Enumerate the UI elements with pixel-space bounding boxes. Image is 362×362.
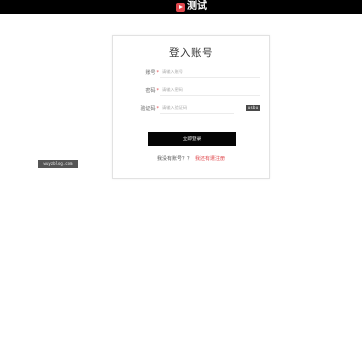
captcha-input[interactable] — [160, 102, 234, 114]
captcha-row: 验证码* usbu — [113, 102, 269, 116]
top-bar: 测试 — [0, 0, 362, 14]
account-input[interactable] — [160, 66, 260, 78]
password-label: 密码* — [145, 88, 159, 94]
login-title: 登入账号 — [169, 47, 213, 59]
signup-link[interactable]: 我还有遭注册 — [195, 156, 225, 162]
password-input[interactable] — [160, 84, 260, 96]
signup-row: 我没有账号？？ 我还有遭注册 — [113, 155, 269, 162]
password-row: 密码* — [113, 84, 269, 98]
brand-text: 测试 — [187, 1, 207, 12]
account-row: 账号* — [113, 66, 269, 80]
brand[interactable]: 测试 — [176, 1, 207, 13]
account-label: 账号* — [145, 70, 159, 76]
play-logo-icon — [176, 2, 185, 12]
login-button[interactable]: 立即登录 — [148, 132, 236, 146]
login-card: 登入账号 账号* 密码* 验证码* usbu 立即登录 我没有账号？？我还有遭注… — [112, 35, 270, 179]
no-account-text: 我没有账号？？ — [156, 156, 192, 162]
captcha-label: 验证码* — [140, 106, 159, 112]
captcha-image[interactable]: usbu — [246, 105, 260, 111]
watermark: wuyzblog.com — [38, 160, 78, 168]
